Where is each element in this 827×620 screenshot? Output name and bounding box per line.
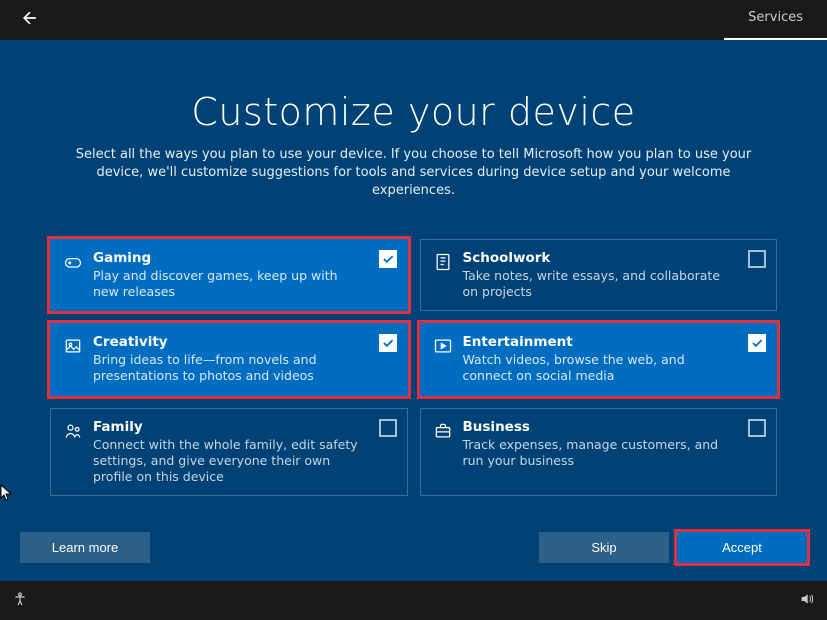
taskbar: [0, 581, 827, 620]
creativity-icon: [63, 336, 83, 356]
card-title: Schoolwork: [463, 250, 737, 266]
check-icon: [381, 336, 395, 350]
back-button[interactable]: [12, 4, 48, 37]
family-icon: [63, 421, 83, 441]
checkbox[interactable]: [379, 250, 397, 268]
accessibility-icon[interactable]: [12, 591, 28, 611]
gaming-icon: [63, 252, 83, 272]
options-grid: Gaming Play and discover games, keep up …: [50, 239, 777, 497]
footer: Learn more Skip Accept: [0, 532, 827, 563]
tab-services[interactable]: Services: [724, 0, 827, 40]
card-schoolwork[interactable]: Schoolwork Take notes, write essays, and…: [420, 239, 778, 312]
accept-button[interactable]: Accept: [677, 532, 807, 563]
arrow-left-icon: [20, 8, 40, 28]
tabs: Services: [724, 0, 827, 40]
card-creativity[interactable]: Creativity Bring ideas to life—from nove…: [50, 323, 408, 396]
card-family[interactable]: Family Connect with the whole family, ed…: [50, 408, 408, 497]
page-subtitle: Select all the ways you plan to use your…: [64, 146, 764, 201]
checkbox[interactable]: [748, 250, 766, 268]
card-title: Creativity: [93, 334, 367, 350]
entertainment-icon: [433, 336, 453, 356]
business-icon: [433, 421, 453, 441]
check-icon: [750, 336, 764, 350]
card-title: Family: [93, 419, 367, 435]
card-desc: Bring ideas to life—from novels and pres…: [93, 352, 367, 385]
card-desc: Track expenses, manage customers, and ru…: [463, 437, 737, 470]
page-title: Customize your device: [191, 90, 635, 134]
main-panel: Customize your device Select all the way…: [0, 40, 827, 581]
topbar: Services: [0, 0, 827, 40]
card-entertainment[interactable]: Entertainment Watch videos, browse the w…: [420, 323, 778, 396]
checkbox[interactable]: [748, 419, 766, 437]
check-icon: [381, 252, 395, 266]
card-desc: Watch videos, browse the web, and connec…: [463, 352, 737, 385]
card-title: Gaming: [93, 250, 367, 266]
checkbox[interactable]: [379, 334, 397, 352]
checkbox[interactable]: [748, 334, 766, 352]
card-desc: Connect with the whole family, edit safe…: [93, 437, 367, 486]
checkbox[interactable]: [379, 419, 397, 437]
skip-button[interactable]: Skip: [539, 532, 669, 563]
volume-icon[interactable]: [799, 591, 815, 611]
card-gaming[interactable]: Gaming Play and discover games, keep up …: [50, 239, 408, 312]
card-business[interactable]: Business Track expenses, manage customer…: [420, 408, 778, 497]
card-title: Entertainment: [463, 334, 737, 350]
learn-more-button[interactable]: Learn more: [20, 532, 150, 563]
card-desc: Take notes, write essays, and collaborat…: [463, 268, 737, 301]
card-title: Business: [463, 419, 737, 435]
card-desc: Play and discover games, keep up with ne…: [93, 268, 367, 301]
schoolwork-icon: [433, 252, 453, 272]
